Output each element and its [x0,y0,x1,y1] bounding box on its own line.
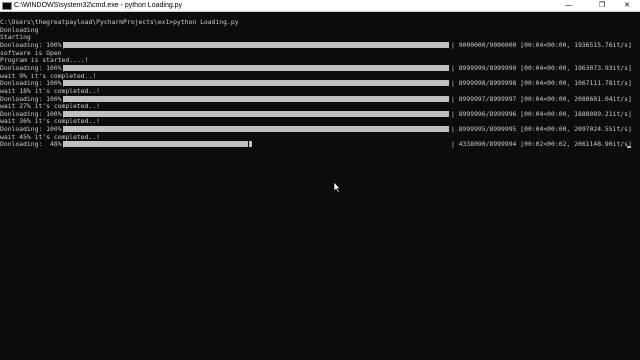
title-bar[interactable]: C:\WINDOWS\system32\cmd.exe - python Loa… [0,0,640,12]
progress-stats: | 4338090/8999994 [00:02<00:02, 2061148.… [451,140,632,149]
progress-bar-fill [63,64,449,71]
progress-line: Donloading: 48%| | 4338090/8999994 [00:02… [0,140,640,148]
progress-bar-fill [63,141,249,148]
progress-bar-fill [63,80,449,87]
cmd-app-icon [2,2,12,10]
progress-bar-fill [63,95,449,102]
restore-button[interactable]: ❐ [589,0,615,11]
progress-bar-fill [63,110,449,117]
close-button[interactable]: ✕ [614,0,640,11]
progress-bar-fill [63,41,449,48]
mouse-pointer-icon [333,181,341,193]
progress-bar-fill [63,126,449,133]
progress-bar-partial [249,141,253,148]
minimize-button[interactable]: — [556,0,582,11]
text-cursor [627,146,631,148]
window-title: C:\WINDOWS\system32\cmd.exe - python Loa… [14,2,183,9]
console-output[interactable]: C:\Users\thegreatpayload\PycharmProjects… [0,18,640,360]
line-text: Donloading: 48%| [0,140,66,149]
